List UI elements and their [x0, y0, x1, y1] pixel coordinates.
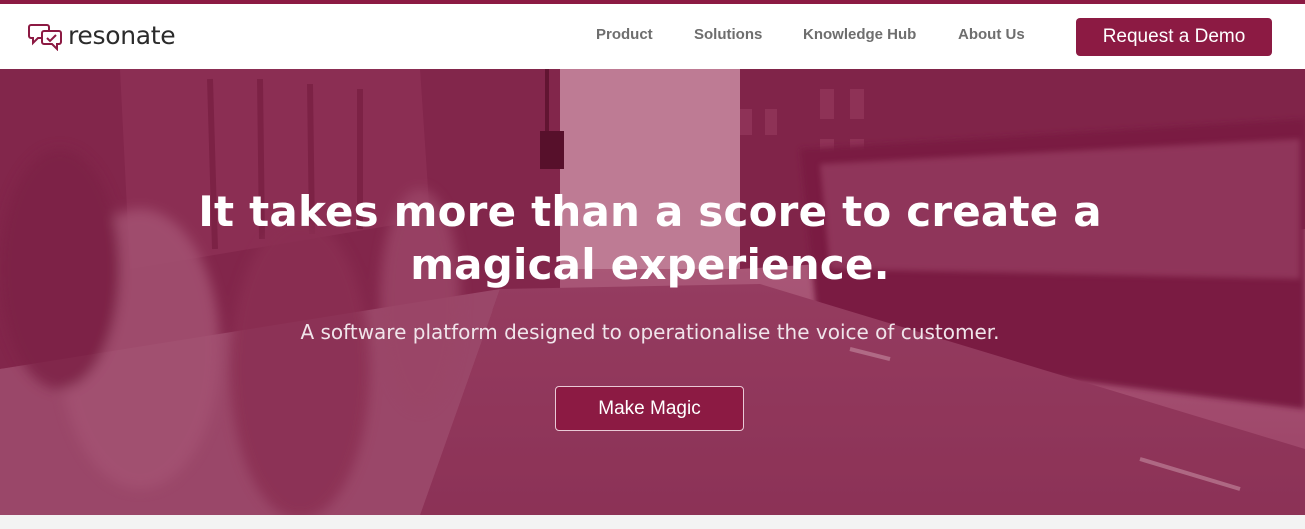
top-navbar: resonate Product Solutions Knowledge Hub… — [0, 4, 1305, 69]
hero-section: It takes more than a score to create a m… — [0, 69, 1305, 515]
nav-item-solutions[interactable]: Solutions — [694, 26, 762, 43]
request-demo-button[interactable]: Request a Demo — [1076, 18, 1272, 56]
speech-bubbles-icon — [28, 21, 64, 51]
nav-item-product[interactable]: Product — [596, 26, 653, 43]
hero-street-background — [0, 69, 1305, 515]
nav-item-knowledge-hub[interactable]: Knowledge Hub — [803, 26, 916, 43]
brand-logo[interactable]: resonate — [28, 21, 176, 51]
section-divider — [0, 515, 1305, 529]
brand-name: resonate — [68, 21, 176, 50]
nav-item-about-us[interactable]: About Us — [958, 26, 1025, 43]
hero-title: It takes more than a score to create a m… — [198, 187, 1102, 289]
hero-subtitle: A software platform designed to operatio… — [300, 320, 1000, 344]
make-magic-button[interactable]: Make Magic — [555, 386, 744, 431]
